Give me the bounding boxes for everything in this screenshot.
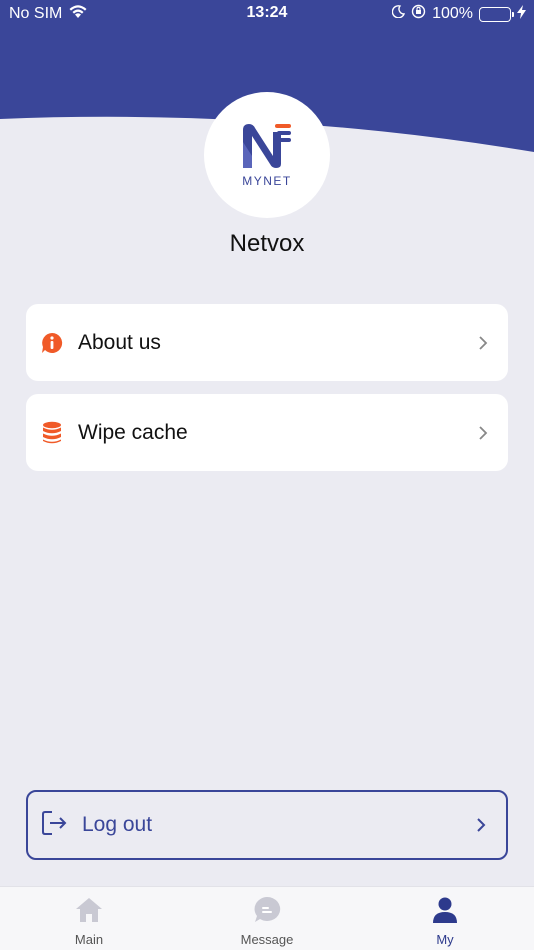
user-icon — [430, 896, 460, 929]
tab-bar: Main Message My — [0, 886, 534, 950]
status-bar: No SIM 13:24 100% — [0, 0, 534, 28]
tab-my[interactable]: My — [356, 887, 534, 950]
orientation-lock-icon — [411, 4, 426, 24]
wipe-cache-item[interactable]: Wipe cache — [26, 394, 508, 471]
logout-icon — [40, 809, 68, 842]
message-icon — [252, 896, 282, 929]
moon-icon — [391, 5, 406, 23]
logout-button[interactable]: Log out — [26, 790, 508, 860]
home-icon — [74, 896, 104, 929]
about-us-label: About us — [78, 330, 161, 354]
chevron-right-icon — [474, 818, 488, 832]
tab-my-label: My — [436, 932, 454, 947]
chevron-right-icon — [476, 335, 490, 350]
battery-percent: 100% — [432, 5, 473, 22]
tab-main[interactable]: Main — [0, 887, 178, 950]
logo-text: MYNET — [242, 174, 292, 188]
tab-main-label: Main — [74, 932, 104, 947]
info-bubble-icon — [40, 331, 64, 355]
battery-icon — [479, 6, 514, 22]
database-icon — [40, 421, 64, 445]
mynet-logo-icon — [243, 124, 291, 168]
app-logo: MYNET — [204, 92, 330, 218]
about-us-item[interactable]: About us — [26, 304, 508, 381]
chevron-right-icon — [476, 425, 490, 440]
tab-message-label: Message — [240, 932, 294, 947]
profile-name: Netvox — [229, 230, 305, 257]
logout-label: Log out — [82, 813, 153, 836]
tab-message[interactable]: Message — [178, 887, 356, 950]
wipe-cache-label: Wipe cache — [78, 420, 188, 444]
charging-icon — [517, 4, 526, 24]
